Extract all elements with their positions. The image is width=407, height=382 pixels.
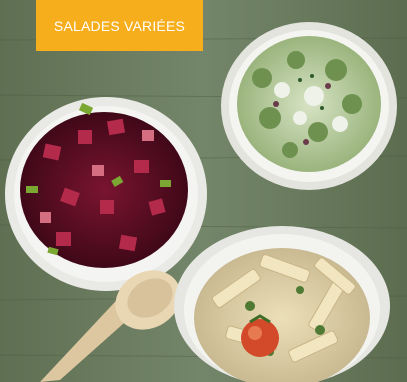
category-banner: SALADES VARIÉES — [36, 0, 203, 51]
pasta-salad-bowl — [174, 226, 390, 382]
beet-salad-bowl — [5, 97, 207, 291]
salads-photo — [0, 0, 407, 382]
banner-label: SALADES VARIÉES — [53, 17, 186, 34]
broccoli-salad-bowl — [221, 22, 397, 190]
